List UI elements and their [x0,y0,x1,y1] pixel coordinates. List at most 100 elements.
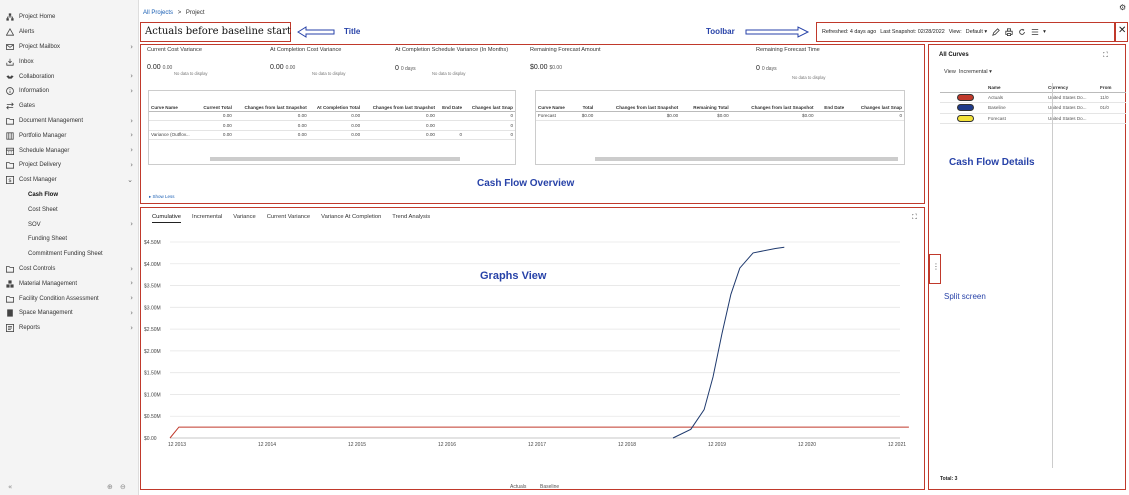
chevron-right-icon[interactable]: › [130,87,133,95]
chevron-right-icon[interactable]: › [130,146,133,154]
column-header[interactable]: From [1100,83,1126,93]
expand-graph-icon[interactable]: ⛶ [912,213,917,222]
curve-row[interactable]: Forecast United States Do... [940,113,1126,124]
left-table-scrollbar[interactable] [210,157,460,161]
print-icon[interactable] [1004,27,1013,36]
tab-current-variance[interactable]: Current Variance [267,214,310,223]
sidebar-item-information[interactable]: Information › [0,84,138,99]
curve-row[interactable]: Actuals United States Do... 11/0 [940,92,1126,103]
menu-list-icon[interactable] [1030,27,1039,36]
curve-color-swatch[interactable] [957,114,974,122]
column-header[interactable]: Remaining Total [680,91,731,112]
show-less-link[interactable]: ▸ Show Less [149,194,175,200]
column-header[interactable]: Changes from last Snapshot [730,91,816,112]
tab-cumulative[interactable]: Cumulative [152,214,181,223]
collapse-sidebar-icon[interactable]: « [8,483,12,491]
table-row[interactable]: 0.00 0.00 0.00 0.00 0 [149,120,515,131]
curve-name-link[interactable]: Forecast [988,113,1048,124]
y-tick-label: $3.00M [144,305,161,311]
edit-pencil-icon[interactable] [991,27,1000,36]
chevron-right-icon[interactable]: › [130,279,133,287]
legend-item[interactable]: Actuals [510,484,527,488]
sidebar-item-label: Collaboration [19,73,55,80]
sidebar-item-commitment-funding-sheet[interactable]: Commitment Funding Sheet [0,247,138,262]
chevron-down-icon[interactable]: ⌄ [127,176,133,184]
chevron-right-icon[interactable]: › [130,161,133,169]
table-row[interactable]: Forecast $0.00 $0.00 $0.00 $0.00 0 [536,111,904,121]
sidebar-item-space-management[interactable]: Space Management › [0,306,138,321]
tab-variance[interactable]: Variance [233,214,255,223]
sidebar-item-sov[interactable]: SOV › [0,217,138,232]
column-header[interactable]: Name [988,83,1048,93]
chevron-right-icon[interactable]: › [130,131,133,139]
column-header[interactable]: Changes from last Snapshot [362,91,437,112]
column-header[interactable]: End Date [815,91,847,112]
tab-variance-at-completion[interactable]: Variance At Completion [321,214,381,223]
toolbar-annotation: Toolbar [706,27,735,36]
column-header[interactable]: Current Total [197,91,234,112]
right-table-scrollbar[interactable] [595,157,898,161]
curve-color-swatch[interactable] [957,104,974,112]
column-header[interactable]: Total [575,91,596,112]
chevron-right-icon[interactable]: › [130,309,133,317]
sidebar-item-project-mailbox[interactable]: Project Mailbox › [0,40,138,55]
column-header[interactable]: Changes last Snap [464,91,515,112]
chevron-right-icon[interactable]: › [130,43,133,51]
series-line-actuals [169,426,909,439]
sidebar-item-project-delivery[interactable]: Project Delivery › [0,158,138,173]
view-select[interactable]: Default ▾ [966,29,987,35]
column-header[interactable]: Changes from last Snapshot [595,91,681,112]
column-header[interactable]: Curve Name [149,91,198,112]
curve-color-swatch[interactable] [957,93,974,101]
sidebar-item-document-management[interactable]: Document Management › [0,114,138,129]
menu-dropdown-chevron-icon[interactable]: ▾ [1043,29,1046,35]
close-button[interactable]: ✕ [1118,25,1126,36]
chevron-right-icon[interactable]: › [130,117,133,125]
curve-name-link[interactable]: Baseline [988,102,1048,114]
sidebar-item-cash-flow[interactable]: Cash Flow [0,188,138,203]
column-header[interactable]: Changes last Snap [846,91,904,112]
legend-item[interactable]: Baseline [540,484,559,488]
refresh-icon[interactable] [1017,27,1026,36]
tab-incremental[interactable]: Incremental [192,214,222,223]
sidebar-item-reports[interactable]: Reports › [0,321,138,336]
sidebar-item-funding-sheet[interactable]: Funding Sheet [0,232,138,247]
sidebar-item-portfolio-manager[interactable]: Portfolio Manager › [0,128,138,143]
column-header[interactable]: Currency [1048,83,1100,93]
curve-name-link[interactable]: Actuals [988,92,1048,103]
chevron-right-icon[interactable]: › [130,265,133,273]
sidebar-item-cost-controls[interactable]: Cost Controls › [0,262,138,277]
column-header[interactable]: End Date [437,91,465,112]
column-header[interactable]: Changes from last Snapshot [233,91,309,112]
table-header-row: Curve Name Total Changes from last Snapsho… [536,91,904,112]
sidebar-item-cost-manager[interactable]: $ Cost Manager ⌄ [0,173,138,188]
sidebar-item-gates[interactable]: Gates [0,99,138,114]
column-header[interactable]: Curve Name [536,91,576,112]
chevron-right-icon[interactable]: › [130,220,133,228]
details-view-select[interactable]: View Incremental ▾ [944,69,992,75]
column-header[interactable]: At Completion Total [308,91,363,112]
sidebar-item-facility-condition-assessment[interactable]: Facility Condition Assessment › [0,291,138,306]
chevron-right-icon[interactable]: › [130,72,133,80]
chevron-right-icon[interactable]: › [130,294,133,302]
expand-details-icon[interactable]: ⛶ [1103,51,1108,60]
zoom-in-icon[interactable]: ⊕ [107,483,113,491]
table-row[interactable]: 0.00 0.00 0.00 0.00 0 [149,111,515,121]
tab-trend-analysis[interactable]: Trend Analysis [392,214,430,223]
sidebar-item-inbox[interactable]: Inbox [0,54,138,69]
sidebar-item-alerts[interactable]: Alerts [0,25,138,40]
sidebar-item-material-management[interactable]: Material Management › [0,276,138,291]
sidebar-item-cost-sheet[interactable]: Cost Sheet [0,202,138,217]
curve-row[interactable]: Baseline United States Do... 01/0 [940,102,1126,114]
column-header[interactable] [940,83,988,93]
sidebar-item-collaboration[interactable]: Collaboration › [0,69,138,84]
zoom-out-icon[interactable]: ⊖ [120,483,126,491]
folder-icon [5,161,14,169]
chevron-right-icon[interactable]: › [130,324,133,332]
breadcrumb-all-projects-link[interactable]: All Projects [143,10,173,16]
folder-icon [5,265,14,273]
table-row[interactable]: Variance (Outflov... 0.00 0.00 0.00 0.00 0 0 [149,130,515,140]
sidebar-item-project-home[interactable]: Project Home [0,10,138,25]
settings-gear-icon[interactable]: ⚙ [1119,3,1126,12]
sidebar-item-schedule-manager[interactable]: Schedule Manager › [0,143,138,158]
